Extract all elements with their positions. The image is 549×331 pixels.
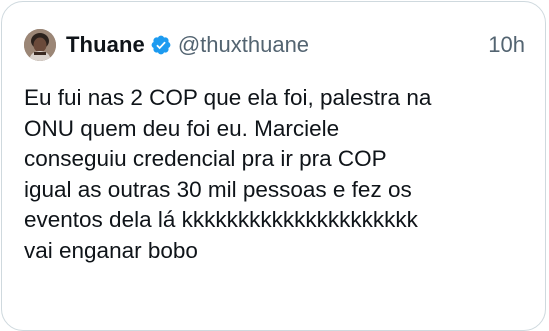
tweet-text-line: eventos dela lá kkkkkkkkkkkkkkkkkkkkk <box>24 207 418 232</box>
tweet-text-line: conseguiu credencial pra ir pra COP <box>24 146 387 171</box>
tweet-text-line: igual as outras 30 mil pessoas e fez os <box>24 176 412 202</box>
tweet-header: Thuane @thuxthuane 10h <box>24 28 529 62</box>
tweet-timestamp[interactable]: 10h <box>488 32 529 58</box>
verified-badge-icon <box>151 35 171 55</box>
tweet-text-line: ONU quem deu foi eu. Marciele <box>24 115 340 141</box>
tweet-text-line: Eu fui nas 2 COP que ela foi, palestra n… <box>24 85 432 110</box>
author-display-name[interactable]: Thuane <box>66 32 145 58</box>
tweet-text-line: vai enganar bobo <box>24 237 198 263</box>
avatar-image <box>24 29 56 61</box>
avatar[interactable] <box>24 29 56 61</box>
tweet-card[interactable]: Thuane @thuxthuane 10h Eu fui nas 2 COP … <box>1 1 546 331</box>
author-handle[interactable]: @thuxthuane <box>178 32 309 58</box>
tweet-text: Eu fui nas 2 COP que ela foi, palestra n… <box>24 83 534 266</box>
